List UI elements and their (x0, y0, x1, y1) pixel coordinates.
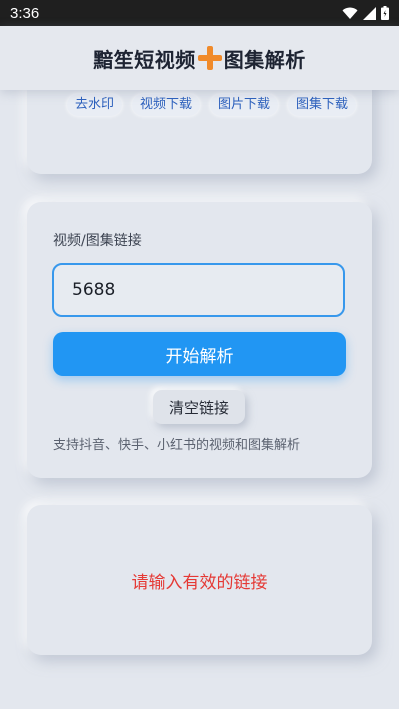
link-input[interactable] (52, 263, 345, 317)
status-bar: 3:36 (0, 0, 399, 26)
status-time: 3:36 (10, 4, 40, 22)
app-title-right: 图集解析 (223, 47, 306, 72)
chip-remove-watermark: 去水印 (67, 94, 123, 116)
chip-image-download: 图片下载 (210, 94, 279, 116)
status-icons (342, 6, 389, 20)
plus-icon (197, 45, 223, 71)
battery-icon (381, 6, 389, 20)
link-field-label: 视频/图集链接 (53, 233, 142, 249)
app-title-left: 黯笙短视频 (93, 47, 196, 72)
signal-icon (363, 6, 376, 20)
clear-link-button[interactable]: 清空链接 (153, 390, 245, 424)
app-header: 黯笙短视频 图集解析 (0, 26, 399, 90)
result-message: 请输入有效的链接 (131, 572, 268, 593)
feature-chips: 去水印 视频下载 图片下载 图集下载 (67, 94, 357, 116)
parse-button[interactable]: 开始解析 (53, 332, 346, 376)
link-input-card: 视频/图集链接 开始解析 清空链接 支持抖音、快手、小红书的视频和图集解析 (27, 202, 372, 478)
app-title: 黯笙短视频 图集解析 (93, 44, 306, 73)
wifi-icon (342, 7, 358, 19)
result-card: 请输入有效的链接 (27, 505, 372, 655)
chip-video-download: 视频下载 (132, 94, 201, 116)
chip-gallery-download: 图集下载 (288, 94, 357, 116)
support-text: 支持抖音、快手、小红书的视频和图集解析 (53, 438, 301, 453)
